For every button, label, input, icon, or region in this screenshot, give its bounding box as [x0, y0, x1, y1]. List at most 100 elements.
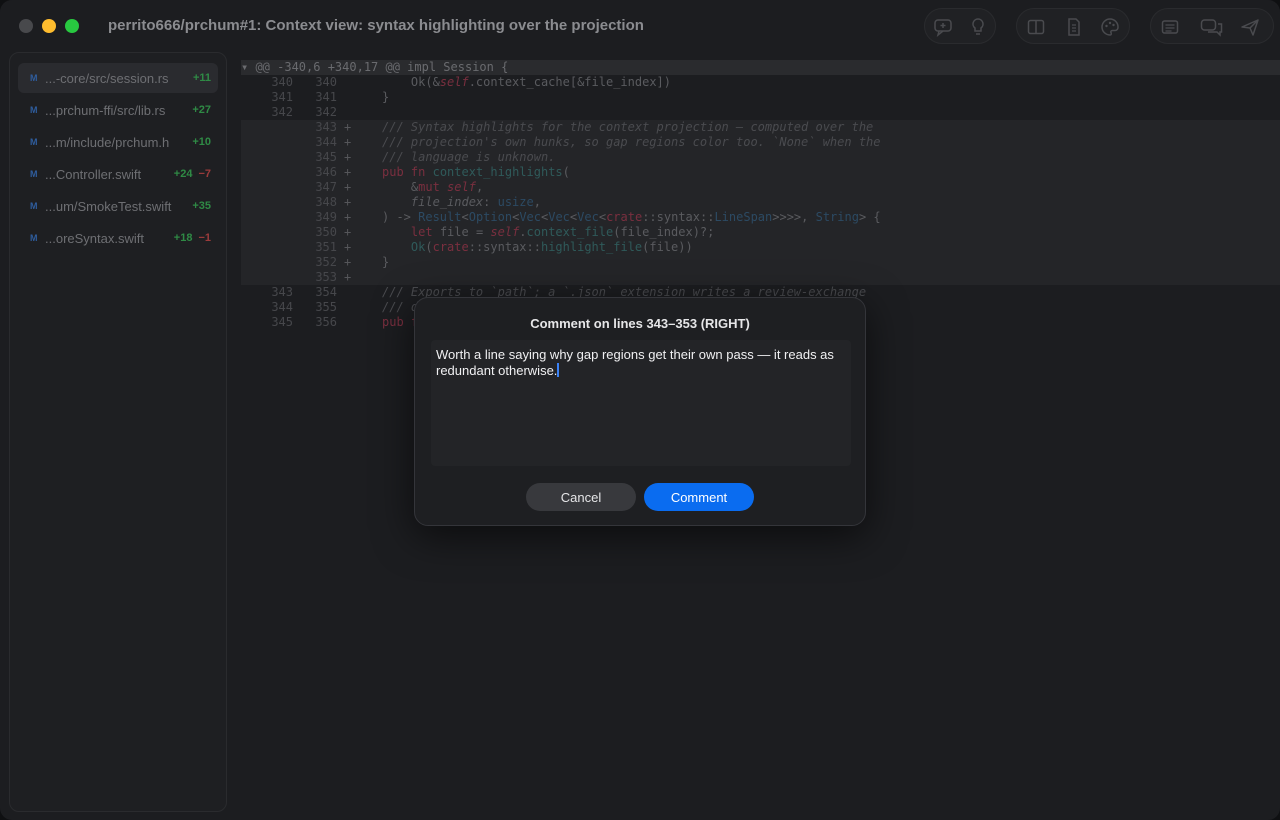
- file-name: ...oreSyntax.swift: [45, 230, 144, 246]
- old-line-number: 345: [271, 315, 293, 329]
- diff-line[interactable]: 349 +) -> Result<Option<Vec<Vec<Vec<crate…: [241, 210, 1280, 225]
- app-window: perrito666/prchum#1: Context view: synta…: [0, 0, 1280, 820]
- code-text: Ok(&self.context_cache[&file_index]): [382, 75, 671, 89]
- code-text: }: [382, 90, 390, 104]
- code-text: pub f: [382, 315, 419, 329]
- minimize-window-button[interactable]: [42, 19, 56, 33]
- diff-line[interactable]: 345 + /// language is unknown.: [241, 150, 1280, 165]
- diff-line[interactable]: 342 342: [241, 105, 1280, 120]
- new-line-number: 356: [315, 315, 337, 329]
- new-line-number: 346: [315, 165, 337, 179]
- diff-line[interactable]: 344 + /// projection's own hunks, so gap r…: [241, 135, 1280, 150]
- hunk-header[interactable]: ▾ @@ -340,6 +340,17 @@ impl Session {: [241, 60, 1280, 75]
- new-line-number: 344: [315, 135, 337, 149]
- diff-line[interactable]: 350 + let file = self.context_file(file_i…: [241, 225, 1280, 240]
- file-row[interactable]: M ...um/SmokeTest.swift +35: [18, 191, 218, 221]
- lines-added-count: +35: [192, 200, 211, 212]
- code-text: file_index: usize,: [410, 195, 541, 209]
- new-line-number: 343: [315, 120, 337, 134]
- lines-removed-count: −1: [198, 232, 211, 244]
- diff-marker: +: [344, 150, 352, 164]
- diff-line[interactable]: 343 + /// Syntax highlights for the contex…: [241, 120, 1280, 135]
- comment-text: Worth a line saying why gap regions get …: [436, 347, 834, 378]
- toolbar-group-review: [924, 8, 996, 44]
- lines-added-count: +18: [173, 232, 193, 244]
- comment-button[interactable]: Comment: [644, 483, 754, 511]
- new-line-number: 351: [315, 240, 337, 254]
- file-sidebar: M ...-core/src/session.rs +11 M ...prchum-ff…: [9, 52, 227, 812]
- maximize-window-button[interactable]: [65, 19, 79, 33]
- new-line-number: 342: [315, 105, 337, 119]
- diff-line[interactable]: 348 + file_index: usize,: [241, 195, 1280, 210]
- code-text: /// language is unknown.: [382, 150, 556, 164]
- title-bar: perrito666/prchum#1: Context view: synta…: [0, 0, 1280, 52]
- old-line-number: 342: [271, 105, 293, 119]
- file-row[interactable]: M ...Controller.swift +24 −7: [18, 159, 218, 189]
- diff-line[interactable]: 346 + pub fn context_highlights(: [241, 165, 1280, 180]
- file-change-stats: +35: [192, 200, 211, 212]
- lightbulb-icon[interactable]: [967, 17, 989, 37]
- toolbar-group-actions: [1150, 8, 1274, 44]
- diff-marker: +: [344, 195, 352, 209]
- file-status-badge: M: [30, 137, 38, 147]
- list-icon[interactable]: [1159, 17, 1181, 37]
- file-name: ...prchum-ffi/src/lib.rs: [45, 102, 166, 118]
- file-change-stats: +27: [192, 104, 211, 116]
- window-title: perrito666/prchum#1: Context view: synta…: [108, 17, 644, 34]
- code-text: ) -> Result<Option<Vec<Vec<Vec<crate::sy…: [382, 210, 881, 224]
- diff-line[interactable]: 347 + &mut self,: [241, 180, 1280, 195]
- new-line-number: 350: [315, 225, 337, 239]
- diff-line[interactable]: 352 +}: [241, 255, 1280, 270]
- diff-marker: +: [344, 135, 352, 149]
- file-status-badge: M: [30, 169, 38, 179]
- document-icon[interactable]: [1063, 17, 1085, 37]
- diff-marker: +: [344, 255, 352, 269]
- file-status-badge: M: [30, 233, 38, 243]
- code-text: /// d: [382, 300, 419, 314]
- old-line-number: 344: [271, 300, 293, 314]
- diff-marker: +: [344, 240, 352, 254]
- diff-line[interactable]: 351 + Ok(crate::syntax::highlight_file(fi…: [241, 240, 1280, 255]
- cancel-button[interactable]: Cancel: [526, 483, 636, 511]
- file-row[interactable]: M ...oreSyntax.swift +18 −1: [18, 223, 218, 253]
- file-change-stats: +24 −7: [174, 168, 211, 180]
- toolbar-group-view: [1016, 8, 1130, 44]
- split-view-icon[interactable]: [1025, 17, 1047, 37]
- comment-dialog-title: Comment on lines 343–353 (RIGHT): [530, 316, 750, 331]
- diff-marker: +: [344, 180, 352, 194]
- lines-removed-count: −7: [198, 168, 211, 180]
- comment-add-icon[interactable]: [932, 17, 954, 37]
- file-row[interactable]: M ...m/include/prchum.h +10: [18, 127, 218, 157]
- file-status-badge: M: [30, 105, 38, 115]
- diff-line[interactable]: 341 341}: [241, 90, 1280, 105]
- lines-added-count: +11: [192, 72, 211, 84]
- new-line-number: 352: [315, 255, 337, 269]
- old-line-number: 341: [271, 90, 293, 104]
- new-line-number: 340: [315, 75, 337, 89]
- lines-added-count: +27: [192, 104, 211, 116]
- new-line-number: 345: [315, 150, 337, 164]
- file-name: ...um/SmokeTest.swift: [45, 198, 172, 214]
- new-line-number: 347: [315, 180, 337, 194]
- diff-marker: +: [344, 210, 352, 224]
- diff-line[interactable]: 353 +: [241, 270, 1280, 285]
- palette-icon[interactable]: [1099, 17, 1121, 37]
- comment-text-input[interactable]: Worth a line saying why gap regions get …: [431, 340, 851, 466]
- comment-dialog: Comment on lines 343–353 (RIGHT) Worth a…: [414, 297, 866, 526]
- new-line-number: 355: [315, 300, 337, 314]
- file-row[interactable]: M ...-core/src/session.rs +11: [18, 63, 218, 93]
- old-line-number: 340: [271, 75, 293, 89]
- chat-bubbles-icon[interactable]: [1199, 17, 1225, 37]
- file-row[interactable]: M ...prchum-ffi/src/lib.rs +27: [18, 95, 218, 125]
- file-status-badge: M: [30, 73, 38, 83]
- diff-marker: +: [344, 120, 352, 134]
- close-window-button[interactable]: [19, 19, 33, 33]
- send-icon[interactable]: [1239, 17, 1261, 37]
- file-name: ...-core/src/session.rs: [45, 70, 169, 86]
- diff-marker: +: [344, 225, 352, 239]
- new-line-number: 353: [315, 270, 337, 284]
- file-name: ...Controller.swift: [45, 166, 142, 182]
- diff-line[interactable]: 340 340 Ok(&self.context_cache[&file_inde…: [241, 75, 1280, 90]
- file-change-stats: +18 −1: [174, 232, 211, 244]
- new-line-number: 354: [315, 285, 337, 299]
